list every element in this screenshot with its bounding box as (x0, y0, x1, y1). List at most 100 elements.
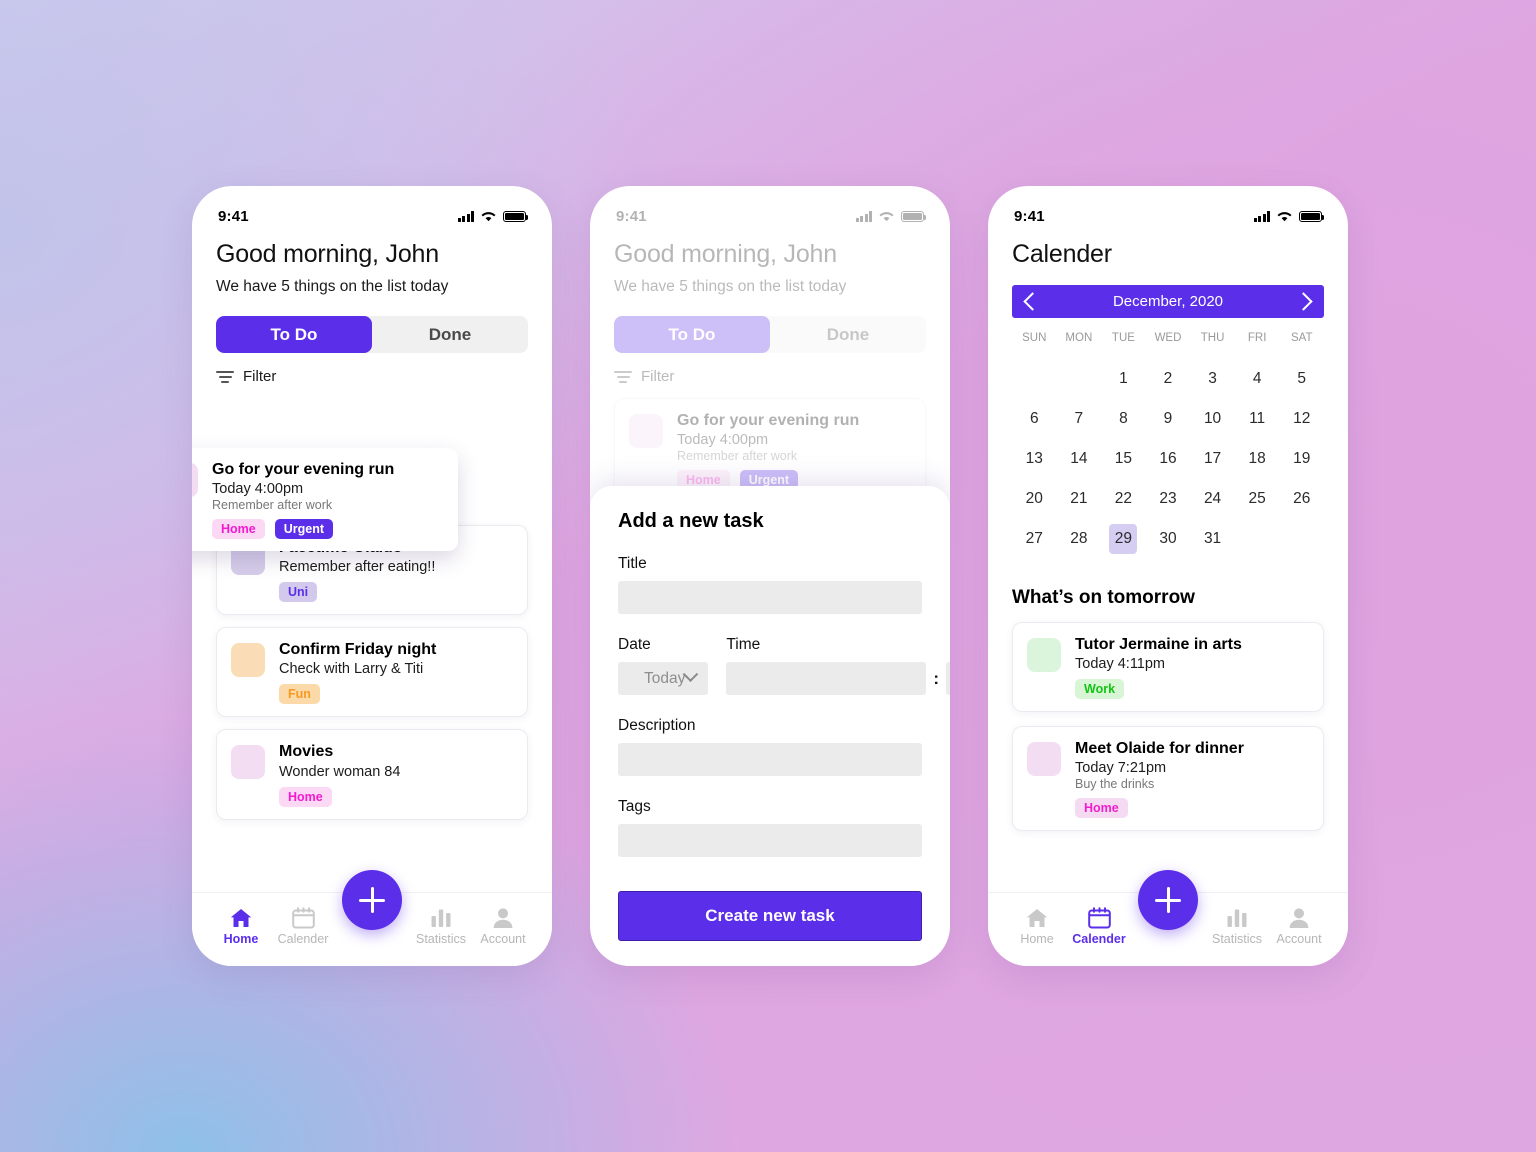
status-bar-time: 9:41 (1014, 207, 1045, 225)
bar-chart-icon (431, 909, 451, 927)
calendar-day[interactable]: 21 (1065, 484, 1093, 514)
calendar-day[interactable]: 17 (1199, 444, 1227, 474)
battery-icon (901, 211, 927, 222)
nav-item-statistics[interactable]: Statistics (410, 907, 472, 946)
task-tag[interactable]: Fun (279, 684, 320, 705)
nav-item-statistics[interactable]: Statistics (1206, 907, 1268, 946)
calendar-day[interactable]: 30 (1154, 524, 1182, 554)
time-hour-input[interactable] (726, 662, 927, 695)
task-tag[interactable]: Home (212, 519, 265, 540)
description-input[interactable] (618, 743, 922, 776)
bar-chart-icon (1227, 909, 1247, 927)
task-card[interactable]: Confirm Friday night Check with Larry & … (216, 627, 528, 718)
cellular-bars-icon (1253, 211, 1270, 222)
add-task-fab[interactable] (342, 870, 402, 930)
calendar-day[interactable]: 25 (1243, 484, 1271, 514)
status-bar-time: 9:41 (218, 207, 249, 225)
calendar-day[interactable]: 16 (1154, 444, 1182, 474)
nav-label: Account (480, 932, 526, 946)
event-tag[interactable]: Home (1075, 798, 1128, 819)
calendar-day-empty (1020, 364, 1048, 394)
page-title: Calender (1012, 240, 1112, 268)
calendar-day[interactable]: 2 (1154, 364, 1182, 394)
chevron-right-icon[interactable] (1294, 292, 1313, 311)
battery-icon (1299, 211, 1325, 222)
add-task-fab[interactable] (1138, 870, 1198, 930)
nav-item-account[interactable]: Account (1268, 907, 1330, 946)
calendar-day[interactable]: 23 (1154, 484, 1182, 514)
nav-item-calender[interactable]: Calender (1068, 907, 1130, 946)
filter-button[interactable]: Filter (614, 368, 926, 385)
add-task-sheet: Add a new task Title Date Today Time : D… (590, 486, 950, 966)
calendar-day[interactable]: 11 (1243, 404, 1271, 434)
calendar-day[interactable]: 1 (1109, 364, 1137, 394)
event-note: Buy the drinks (1075, 777, 1155, 792)
calendar-icon (1087, 907, 1111, 929)
tab-done[interactable]: Done (770, 316, 926, 353)
task-title: Confirm Friday night (279, 641, 437, 659)
page-title: Good morning, John (216, 240, 439, 268)
nav-label: Calender (1072, 932, 1126, 946)
date-select-value: Today (644, 669, 686, 687)
calendar-day[interactable]: 13 (1020, 444, 1048, 474)
create-new-task-button[interactable]: Create new task (618, 891, 922, 941)
tab-todo[interactable]: To Do (614, 316, 770, 353)
calendar-day[interactable]: 14 (1065, 444, 1093, 474)
event-card[interactable]: Tutor Jermaine in arts Today 4:11pm Work (1012, 622, 1324, 713)
status-bar: 9:41 (988, 186, 1348, 232)
filter-label: Filter (641, 368, 675, 385)
calendar-day[interactable]: 19 (1288, 444, 1316, 474)
task-color-swatch (231, 643, 265, 678)
nav-item-home[interactable]: Home (1006, 907, 1068, 946)
calendar-day-selected[interactable]: 29 (1109, 524, 1138, 554)
calendar-day[interactable]: 15 (1109, 444, 1137, 474)
person-icon (1289, 908, 1309, 928)
status-bar-icons (457, 210, 529, 222)
task-tags: Uni (279, 582, 513, 603)
status-bar-icons (855, 210, 927, 222)
calendar-day[interactable]: 20 (1020, 484, 1048, 514)
description-field-label: Description (618, 717, 696, 734)
task-tag[interactable]: Uni (279, 582, 318, 603)
event-tag[interactable]: Work (1075, 679, 1125, 700)
calendar-day[interactable]: 9 (1154, 404, 1182, 434)
calendar-day[interactable]: 18 (1243, 444, 1271, 474)
task-title: Go for your evening run (212, 461, 395, 478)
calendar-day[interactable]: 4 (1243, 364, 1271, 394)
tags-input[interactable] (618, 824, 922, 857)
event-card[interactable]: Meet Olaide for dinner Today 7:21pm Buy … (1012, 726, 1324, 832)
calendar-day[interactable]: 8 (1109, 404, 1137, 434)
chevron-left-icon[interactable] (1023, 292, 1042, 311)
calendar-day[interactable]: 28 (1065, 524, 1093, 554)
calendar-day[interactable]: 5 (1288, 364, 1316, 394)
task-card-dragged[interactable]: Go for your evening run Today 4:00pm Rem… (192, 448, 458, 552)
calendar-day[interactable]: 22 (1109, 484, 1137, 514)
nav-item-home[interactable]: Home (210, 907, 272, 946)
tags-field-label: Tags (618, 798, 651, 815)
date-select[interactable]: Today (618, 662, 709, 695)
nav-label: Calender (277, 932, 329, 946)
time-minute-input[interactable] (946, 662, 950, 695)
tab-done[interactable]: Done (372, 316, 528, 353)
filter-button[interactable]: Filter (216, 368, 528, 385)
task-time: Today 4:00pm (677, 432, 769, 449)
nav-item-calender[interactable]: Calender (272, 907, 334, 946)
calendar-day[interactable]: 7 (1065, 404, 1093, 434)
task-list: Facetime Olaide Remember after eating!! … (216, 525, 528, 820)
calendar-day[interactable]: 24 (1199, 484, 1227, 514)
calendar-day[interactable]: 10 (1199, 404, 1227, 434)
tab-todo[interactable]: To Do (216, 316, 372, 353)
nav-item-account[interactable]: Account (472, 907, 534, 946)
title-input[interactable] (618, 581, 922, 614)
task-card[interactable]: Movies Wonder woman 84 Home (216, 729, 528, 820)
phone-home-screen: 9:41 Good morning, John We have 5 things… (192, 186, 552, 966)
task-tag[interactable]: Home (279, 786, 332, 807)
calendar-day[interactable]: 12 (1288, 404, 1316, 434)
calendar-day[interactable]: 31 (1199, 524, 1227, 554)
calendar-day[interactable]: 26 (1288, 484, 1316, 514)
calendar-weekday: SUN (1022, 332, 1047, 344)
calendar-day[interactable]: 6 (1020, 404, 1048, 434)
calendar-day[interactable]: 3 (1199, 364, 1227, 394)
task-tag[interactable]: Urgent (274, 519, 334, 540)
calendar-day[interactable]: 27 (1020, 524, 1048, 554)
